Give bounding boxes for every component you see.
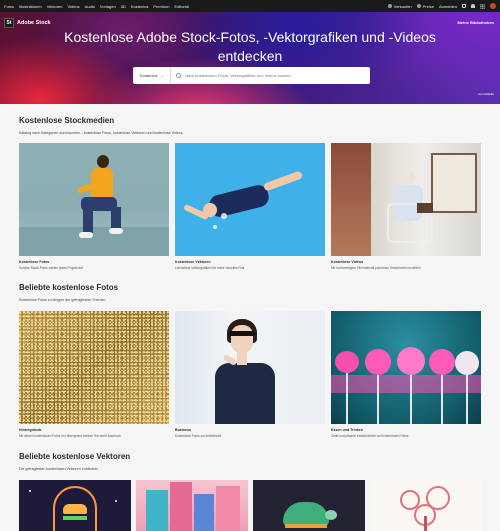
pricing-label: Preise [422, 3, 434, 9]
cart-icon[interactable] [462, 4, 466, 8]
card-image-free-videos [331, 143, 481, 256]
search-category-dropdown[interactable]: Kostenlos ⌄ [133, 67, 171, 84]
card-food-drink[interactable]: Essen und Trinken Zarte und pikante Köst… [331, 311, 481, 441]
card-image-vector-neon [19, 480, 131, 531]
nav-item-illustrations[interactable]: Illustrationen [19, 4, 42, 9]
card-business[interactable]: Business Kostenlose Fotos zur Arbeitswel… [175, 311, 325, 441]
pricing-link[interactable]: Preise [416, 3, 434, 9]
top-navigation-bar: Fotos Illustrationen Vektoren Videos Aud… [0, 0, 500, 12]
card-title: Kostenlose Videos [331, 260, 364, 264]
card-image-business [175, 311, 325, 424]
section-subtitle-popular-vectors: Die gefragtesten kostenlosen Vektoren en… [19, 467, 99, 471]
card-title: Essen und Trinken [331, 428, 363, 432]
nav-item-premium[interactable]: Premium [153, 4, 169, 9]
card-free-photos[interactable]: Kostenlose Fotos Schöne Stock-Fotos wert… [19, 143, 169, 273]
card-title: Business [175, 428, 191, 432]
nav-item-free[interactable]: Kostenlos [131, 4, 149, 9]
card-description: Mit hochwertigem Filmmaterial packende G… [331, 266, 421, 270]
nav-item-templates[interactable]: Vorlagen [100, 4, 116, 9]
notification-bell-icon[interactable] [471, 4, 475, 8]
sign-in-link[interactable]: Anmelden [439, 4, 457, 9]
card-vector-city[interactable] [136, 480, 248, 531]
hero-banner: St Adobe Stock Meine Bibliotheken Kosten… [0, 12, 500, 104]
card-image-vector-turtle [253, 480, 365, 531]
card-vector-turtle[interactable] [253, 480, 365, 531]
chevron-down-icon: ⌄ [160, 73, 164, 78]
sell-link[interactable]: Verkaufen [387, 3, 412, 9]
top-nav-right: Verkaufen Preise Anmelden [383, 3, 496, 9]
card-description: Mit diesen kostenlosen Fotos im Hintergr… [19, 434, 121, 438]
card-free-videos[interactable]: Kostenlose Videos Mit hochwertigem Filmm… [331, 143, 481, 273]
card-description: Lizenzfreie Vektorgrafiken für mehr visu… [175, 266, 245, 270]
search-icon [175, 73, 181, 78]
sell-icon [387, 4, 392, 8]
card-description: Schöne Stock-Fotos werten jedes Projekt … [19, 266, 83, 270]
card-title: Kostenlose Fotos [19, 260, 50, 264]
hero-image-credit: von Kalisdle [477, 92, 494, 96]
card-image-free-photos [19, 143, 169, 256]
card-image-vector-tree [370, 480, 482, 531]
app-grid-icon[interactable] [480, 3, 485, 9]
section-title-free-stock: Kostenlose Stockmedien [19, 116, 115, 125]
search-bar: Kostenlos ⌄ [133, 67, 370, 84]
adobe-stock-logo[interactable]: St Adobe Stock [4, 18, 51, 28]
card-image-backgrounds [19, 311, 169, 424]
card-description: Kostenlose Fotos zur Arbeitswelt [175, 434, 222, 438]
hero-title: Kostenlose Adobe Stock-Fotos, -Vektorgra… [64, 29, 436, 64]
nav-item-3d[interactable]: 3D [121, 4, 126, 9]
sell-label: Verkaufen [393, 3, 412, 9]
card-vector-neon[interactable] [19, 480, 131, 531]
card-backgrounds[interactable]: Hintergründe Mit diesen kostenlosen Foto… [19, 311, 169, 441]
card-vector-tree[interactable] [370, 480, 482, 531]
my-libraries-link[interactable]: Meine Bibliotheken [458, 20, 494, 25]
search-category-label: Kostenlos [140, 73, 158, 78]
avatar[interactable] [490, 3, 496, 9]
card-image-vector-city [136, 480, 248, 531]
nav-item-editorial[interactable]: Editorial [174, 4, 188, 9]
card-image-free-vectors [175, 143, 325, 256]
nav-item-vectors[interactable]: Vektoren [47, 4, 63, 9]
search-input[interactable] [184, 73, 370, 78]
section-subtitle-free-stock: Katalog nach Kategorien durchsuchen – ko… [19, 131, 184, 135]
section-title-popular-photos: Beliebte kostenlose Fotos [19, 283, 119, 292]
card-title: Hintergründe [19, 428, 42, 432]
section-title-popular-vectors: Beliebte kostenlose Vektoren [19, 452, 131, 461]
logo-name: Adobe Stock [17, 20, 51, 26]
section-subtitle-popular-photos: Kostenlose Fotos zu einigen der gefragte… [19, 298, 106, 302]
card-image-food-drink [331, 311, 481, 424]
stock-logo-mark: St [4, 18, 14, 28]
nav-item-photos[interactable]: Fotos [4, 4, 14, 9]
pricing-icon [416, 4, 421, 8]
nav-item-audio[interactable]: Audio [85, 4, 95, 9]
card-description: Zarte und pikante Köstlichkeiten auf kos… [331, 434, 409, 438]
nav-item-videos[interactable]: Videos [68, 4, 80, 9]
card-title: Kostenlose Vektoren [175, 260, 211, 264]
card-free-vectors[interactable]: Kostenlose Vektoren Lizenzfreie Vektorgr… [175, 143, 325, 273]
